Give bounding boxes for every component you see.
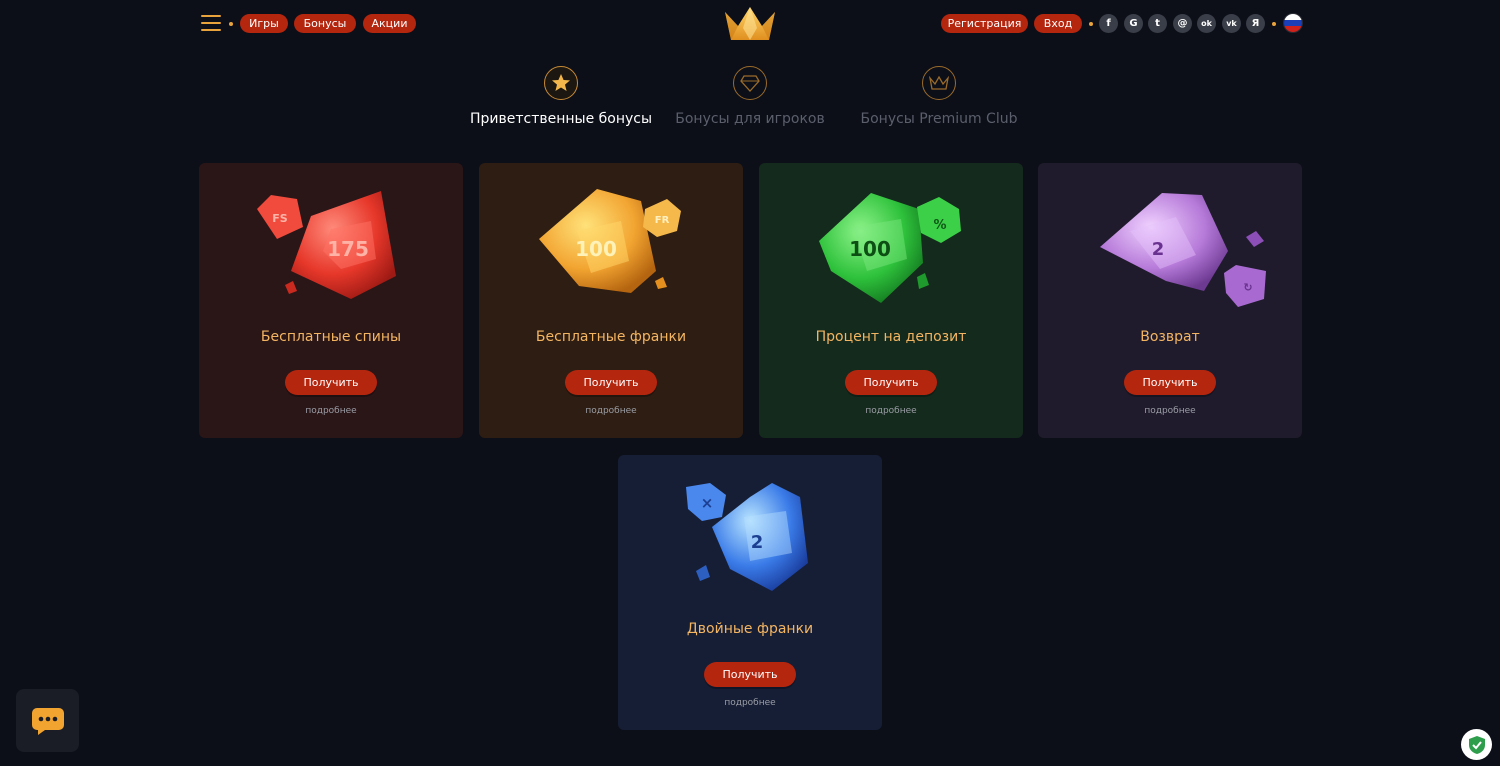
gem-value: 2 (1152, 239, 1165, 260)
bonus-card-deposit-percent: % 100 Процент на депозит Получить подроб… (759, 163, 1023, 438)
vk-icon[interactable]: vk (1222, 14, 1241, 33)
gem-value: 2 (751, 532, 764, 553)
bonus-card-free-francs: FR 100 Бесплатные франки Получить подроб… (479, 163, 743, 438)
get-bonus-button[interactable]: Получить (285, 370, 377, 395)
yandex-icon[interactable]: Я (1246, 14, 1265, 33)
get-bonus-button[interactable]: Получить (845, 370, 937, 395)
gem-badge: FR (655, 215, 670, 226)
tab-welcome-bonuses[interactable]: Приветственные бонусы (466, 66, 656, 127)
separator-dot (1272, 22, 1276, 26)
diamond-icon (733, 66, 767, 100)
blue-gem-icon: × 2 (686, 483, 808, 591)
menu-hamburger-icon[interactable] (201, 15, 221, 32)
get-bonus-button[interactable]: Получить (704, 662, 796, 687)
separator-dot (229, 22, 233, 26)
odnoklassniki-icon[interactable]: ok (1197, 14, 1216, 33)
bonus-card-double-francs: × 2 Двойные франки Получить подробнее (618, 455, 882, 730)
svg-text:↻: ↻ (1243, 281, 1252, 294)
nav-bonuses-button[interactable]: Бонусы (294, 14, 356, 33)
nav-promotions-button[interactable]: Акции (363, 14, 416, 33)
bonus-card-cashback: ↻ 2 Возврат Получить подробнее (1038, 163, 1302, 438)
card-title: Бесплатные спины (260, 329, 402, 345)
mail-icon[interactable]: @ (1173, 14, 1192, 33)
chat-icon[interactable] (16, 689, 79, 752)
get-bonus-button[interactable]: Получить (1124, 370, 1216, 395)
gem-value: 100 (849, 237, 891, 261)
tab-player-bonuses[interactable]: Бонусы для игроков (655, 66, 845, 127)
card-title: Возврат (1140, 329, 1200, 345)
more-details-link[interactable]: подробнее (479, 406, 743, 416)
card-title: Бесплатные франки (535, 329, 687, 345)
card-title: Процент на депозит (815, 329, 967, 345)
google-icon[interactable]: G (1124, 14, 1143, 33)
gem-value: 175 (327, 237, 369, 261)
crown-icon (922, 66, 956, 100)
green-gem-icon: % 100 (819, 193, 961, 303)
purple-gem-icon: ↻ 2 (1100, 193, 1266, 307)
login-button[interactable]: Вход (1034, 14, 1082, 33)
separator-dot (1089, 22, 1093, 26)
gem-badge: × (701, 494, 714, 512)
shield-icon[interactable] (1461, 729, 1492, 760)
nav-games-button[interactable]: Игры (240, 14, 288, 33)
facebook-icon[interactable]: f (1099, 14, 1118, 33)
gold-gem-icon: FR 100 (539, 189, 681, 293)
gem-value: 100 (575, 237, 617, 261)
more-details-link[interactable]: подробнее (1038, 406, 1302, 416)
tab-label: Приветственные бонусы (469, 111, 653, 127)
register-button[interactable]: Регистрация (941, 14, 1028, 33)
russia-flag-icon[interactable] (1283, 13, 1303, 33)
more-details-link[interactable]: подробнее (199, 406, 463, 416)
card-title: Двойные франки (686, 621, 814, 637)
more-details-link[interactable]: подробнее (618, 698, 882, 708)
more-details-link[interactable]: подробнее (759, 406, 1023, 416)
bonus-card-free-spins: FS 175 Бесплатные спины Получить подробн… (199, 163, 463, 438)
tab-label: Бонусы для игроков (675, 111, 825, 127)
gem-badge: % (933, 218, 946, 233)
tab-premium-club-bonuses[interactable]: Бонусы Premium Club (844, 66, 1034, 127)
get-bonus-button[interactable]: Получить (565, 370, 657, 395)
tab-label: Бонусы Premium Club (860, 111, 1018, 127)
star-icon (544, 66, 578, 100)
gem-badge: FS (272, 212, 288, 225)
top-header: Игры Бонусы Акции Регистрация Вход f G t… (0, 0, 1500, 48)
red-gem-icon: FS 175 (257, 191, 396, 299)
twitter-icon[interactable]: t (1148, 14, 1167, 33)
logo-crown-icon[interactable] (723, 6, 777, 42)
